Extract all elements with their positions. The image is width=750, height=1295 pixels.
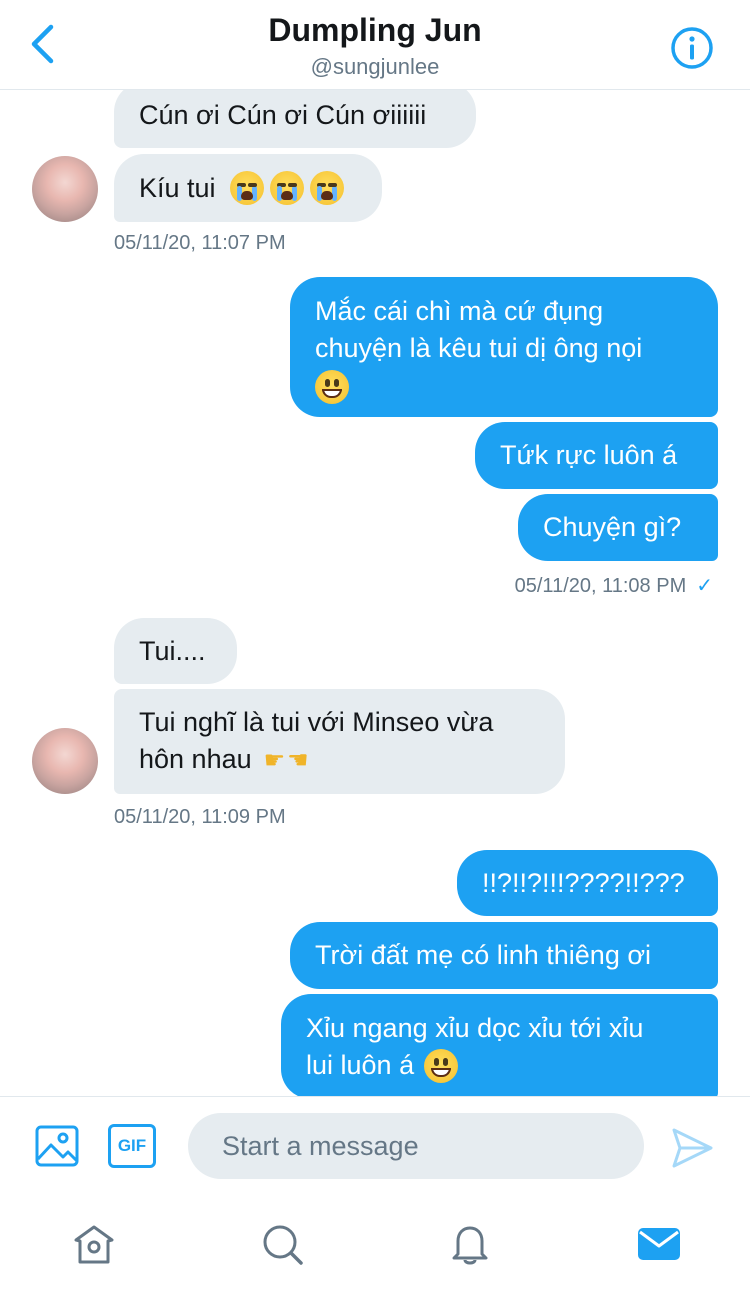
sent-message[interactable]: !!?!!?!!!????!!???: [457, 850, 718, 916]
home-icon: [74, 1225, 114, 1264]
image-icon: [35, 1125, 79, 1167]
message-timestamp: 05/11/20, 11:07 PM: [114, 232, 286, 254]
tab-messages[interactable]: [637, 1222, 681, 1266]
crying-face-emoji: [309, 171, 344, 205]
message-text: Chuyện gì?: [543, 512, 682, 542]
message-text: Cún ơi Cún ơi Cún ơiiiiii: [139, 99, 427, 130]
check-icon: ✓: [696, 575, 713, 597]
grinning-face-emoji: [424, 1049, 459, 1084]
send-button[interactable]: [670, 1126, 714, 1170]
message-text-line: hôn nhau: [139, 743, 252, 774]
message-timestamp: 05/11/20, 11:08 PM ✓: [400, 573, 713, 598]
bell-icon: [452, 1226, 488, 1265]
received-message[interactable]: Tui....: [114, 618, 237, 684]
mail-icon: [638, 1228, 680, 1260]
search-icon: [263, 1225, 303, 1265]
avatar[interactable]: [32, 156, 98, 222]
message-text-line: chuyện là kêu tui dị ông nọi: [315, 333, 643, 363]
message-input[interactable]: [188, 1113, 644, 1179]
message-text-line: Xỉu ngang xỉu dọc xỉu tới xỉu: [306, 1012, 644, 1043]
info-button[interactable]: [670, 26, 714, 70]
conversation-handle: @sungjunlee: [310, 54, 440, 79]
sent-message[interactable]: Mắc cái chì mà cứ đụng chuyện là kêu tui…: [290, 277, 718, 417]
received-message[interactable]: Kíu tui: [114, 154, 382, 222]
received-message[interactable]: Tui nghĩ là tui với Minseo vừa hôn nhau ☛…: [114, 689, 565, 794]
message-text: !!?!!?!!!????!!???: [482, 867, 685, 898]
avatar[interactable]: [32, 728, 98, 794]
sent-message[interactable]: Chuyện gì?: [518, 494, 718, 561]
tab-notifications[interactable]: [448, 1222, 492, 1266]
conversation-thread[interactable]: Cún ơi Cún ơi Cún ơiiiiii Kíu tui 05/11/…: [0, 90, 750, 1096]
message-text: Tui....: [139, 635, 206, 666]
conversation-header: Dumpling Jun @sungjunlee: [0, 0, 750, 90]
crying-face-emoji: [229, 171, 264, 205]
tab-search[interactable]: [260, 1222, 304, 1266]
conversation-title[interactable]: Dumpling Jun: [0, 12, 750, 49]
message-text: Tứk rực luôn á: [500, 440, 678, 470]
grinning-face-emoji: [315, 369, 349, 404]
message-text: Trời đất mẹ có linh thiêng ơi: [315, 940, 652, 970]
sent-message[interactable]: Tứk rực luôn á: [475, 422, 718, 489]
tab-home[interactable]: [72, 1222, 116, 1266]
backhand-index-pointing-right-emoji: ☛: [263, 747, 286, 775]
message-text-line: lui luôn á: [306, 1049, 415, 1080]
sent-message[interactable]: Xỉu ngang xỉu dọc xỉu tới xỉu lui luôn á: [281, 994, 718, 1096]
info-icon: [671, 27, 713, 69]
timestamp-text: 05/11/20, 11:08 PM: [514, 575, 687, 597]
crying-face-emoji: [269, 171, 304, 205]
gif-label: GIF: [117, 1136, 147, 1155]
message-text: Kíu tui: [139, 172, 216, 203]
backhand-index-pointing-left-emoji: ☚: [287, 747, 309, 775]
received-message[interactable]: Cún ơi Cún ơi Cún ơiiiiii: [114, 90, 476, 148]
gif-button[interactable]: GIF: [108, 1124, 156, 1168]
add-photo-button[interactable]: [35, 1124, 79, 1168]
message-text-line: Mắc cái chì mà cứ đụng: [315, 296, 604, 326]
message-text-line: Tui nghĩ là tui với Minseo vừa: [139, 706, 494, 737]
send-icon: [672, 1128, 713, 1168]
message-timestamp: 05/11/20, 11:09 PM: [114, 806, 286, 828]
sent-message[interactable]: Trời đất mẹ có linh thiêng ơi: [290, 922, 718, 989]
